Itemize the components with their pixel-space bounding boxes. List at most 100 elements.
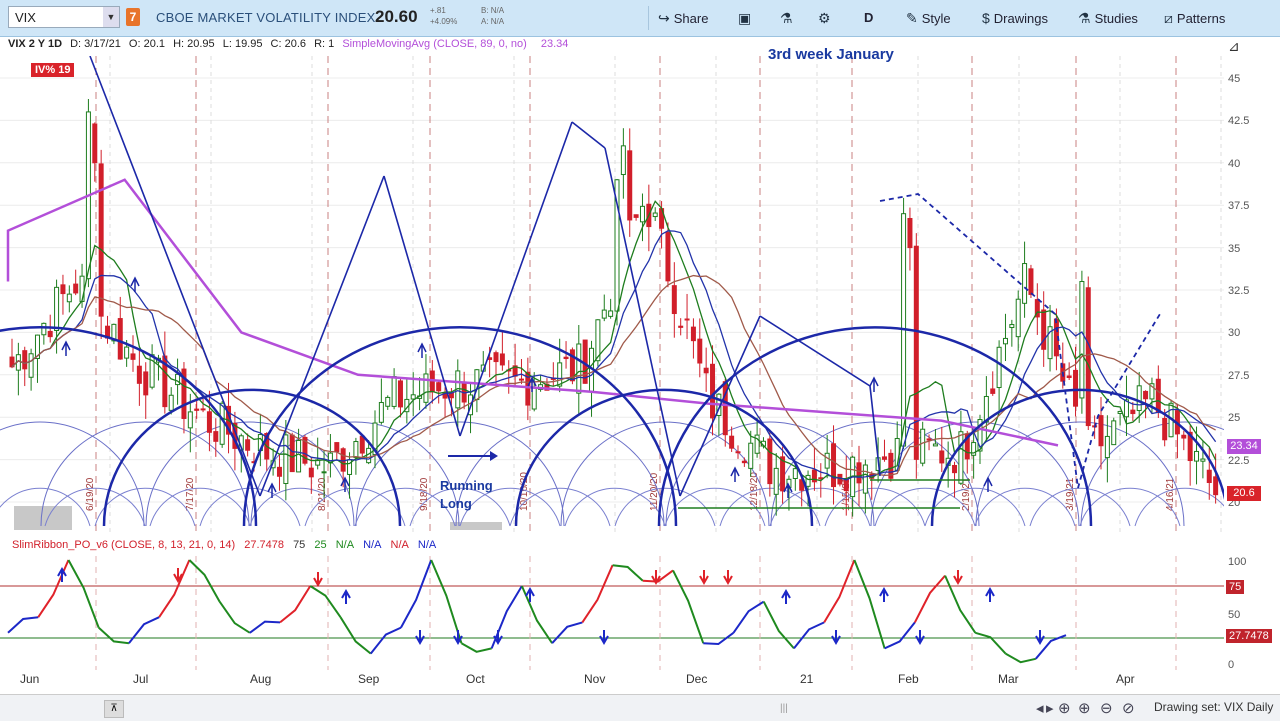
oscillator-segment — [884, 621, 916, 650]
oscillator-segment — [793, 621, 825, 650]
pan-left-icon[interactable]: ◂ — [1036, 699, 1044, 717]
change-abs: +.81 — [430, 6, 446, 15]
sma-label[interactable]: SimpleMovingAvg (CLOSE, 89, 0, no) — [342, 38, 526, 50]
gear-icon: ⚙ — [818, 10, 831, 26]
candle-body — [60, 284, 66, 295]
study-n1: N/A — [335, 539, 355, 551]
candle-body — [824, 452, 830, 469]
pan-right-icon[interactable]: ▸ — [1046, 699, 1054, 717]
candle-body — [1073, 369, 1079, 407]
candle-body — [601, 309, 607, 319]
divider — [648, 6, 649, 30]
lab-button[interactable]: ⚗ — [780, 8, 797, 28]
candle-body — [98, 163, 104, 317]
settings-button[interactable]: ⚙ — [818, 8, 835, 28]
patterns-button[interactable]: ⧄ Patterns — [1164, 8, 1225, 28]
candle-body — [340, 448, 346, 472]
price-chart[interactable]: 6/19/20 7/17/20 8/21/20 9/18/20 10/16/20 11/2… — [0, 56, 1224, 532]
price-tick-label: 42.5 — [1228, 115, 1250, 128]
candle-body — [1143, 390, 1149, 400]
month-label: 21 — [800, 672, 814, 686]
symbol-description: CBOE MARKET VOLATILITY INDEX — [156, 10, 376, 25]
candle-body — [608, 310, 614, 317]
candle-body — [1104, 435, 1110, 459]
zoom-out-icon[interactable]: ⊖ — [1100, 699, 1113, 717]
signal-arrow — [781, 588, 791, 604]
flask-icon: ⚗ — [1078, 10, 1091, 26]
oscillator-segment — [460, 642, 492, 653]
signal-arrow — [341, 588, 351, 604]
study-p2: 25 — [314, 539, 327, 551]
price-tick-label: 25 — [1228, 412, 1241, 425]
info-close: C: 20.6 — [270, 38, 307, 50]
signal-arrow — [699, 570, 709, 586]
candle-body — [639, 205, 645, 223]
time-axis[interactable]: Jun Jul Aug Sep Oct Nov Dec 21 Feb Mar Apr — [0, 672, 1224, 690]
studies-button[interactable]: ⚗ Studies — [1078, 8, 1138, 28]
signal-arrow — [1035, 630, 1045, 646]
price-axis[interactable]: 45 42.5 40 37.5 35 32.5 30 27.5 25 22.5 20 23.34 2… — [1224, 58, 1280, 533]
candle-body — [518, 378, 524, 381]
ask: A: N/A — [481, 17, 505, 26]
candle-body — [187, 411, 193, 429]
candle-body — [92, 123, 98, 164]
flask-icon: ⚗ — [780, 10, 793, 26]
oscillator-chart[interactable] — [0, 556, 1224, 670]
candle-body — [124, 346, 130, 359]
candle-body — [665, 231, 671, 282]
candle-body — [1022, 263, 1028, 304]
small-cycle-arc — [975, 421, 1185, 527]
price-change: +.81 +4.09% — [430, 5, 457, 27]
crosshair-icon[interactable]: ⊕ — [1058, 699, 1071, 717]
small-cycle-arc — [455, 421, 665, 527]
sma-price-tag: 23.34 — [1227, 439, 1261, 455]
alert-badge[interactable]: 7 — [126, 8, 140, 26]
trend-line — [259, 175, 385, 497]
study-title[interactable]: SlimRibbon_PO_v6 (CLOSE, 8, 13, 21, 0, 1… — [12, 539, 442, 551]
month-label: Jul — [133, 672, 149, 686]
style-button[interactable]: ✎ Style — [906, 8, 951, 28]
oscillator-segment — [309, 585, 342, 618]
zoom-in-icon[interactable]: ⊕ — [1078, 699, 1091, 717]
symbol-input[interactable]: VIX ▼ — [8, 6, 120, 28]
symbol-dropdown-icon[interactable]: ▼ — [103, 7, 119, 27]
candle-body — [818, 477, 824, 480]
candle-body — [117, 318, 123, 360]
lower-tick-50: 50 — [1228, 609, 1241, 621]
candle-body — [684, 318, 690, 321]
candle-body — [206, 411, 212, 433]
oscillator-segment — [581, 564, 614, 623]
candle-body — [633, 214, 639, 218]
oscillator-segment — [823, 559, 856, 623]
oscillator-segment — [249, 620, 281, 634]
style-label: Style — [921, 11, 951, 26]
scroll-thumb-icon[interactable]: ⊼ — [104, 700, 124, 718]
scroll-grip-icon[interactable]: ||| — [780, 703, 788, 714]
candle-body — [28, 353, 34, 378]
oscillator-segment — [853, 559, 886, 649]
drawing-set-label[interactable]: Drawing set: VIX Daily — [1154, 700, 1273, 714]
symbol-text: VIX — [15, 10, 36, 25]
oscillator-segment — [762, 601, 795, 650]
reset-zoom-icon[interactable]: ⊘ — [1122, 699, 1135, 717]
chart-expand-icon[interactable]: ⊿ — [1228, 38, 1240, 55]
snapshot-button[interactable]: ▣ — [738, 8, 755, 28]
info-date: D: 3/17/21 — [70, 38, 121, 50]
share-button[interactable]: ↪ Share — [658, 8, 708, 28]
candle-body — [710, 363, 716, 419]
candle-body — [283, 434, 289, 485]
trend-line — [759, 315, 871, 387]
oscillator-segment — [400, 559, 433, 629]
price-tick-label: 37.5 — [1228, 200, 1250, 213]
candle-body — [1194, 450, 1200, 462]
mini-cycle-arc — [1029, 487, 1131, 527]
candle-body — [168, 394, 174, 411]
buy-arrow — [417, 342, 427, 358]
candle-body — [73, 283, 79, 294]
month-label: Dec — [686, 672, 708, 686]
toolbar: VIX ▼ 7 CBOE MARKET VOLATILITY INDEX 20.… — [0, 0, 1280, 37]
drawings-button[interactable]: $ Drawings — [982, 8, 1048, 28]
period-button[interactable]: D — [864, 8, 873, 28]
candle-body — [245, 439, 251, 451]
candle-body — [862, 464, 868, 494]
